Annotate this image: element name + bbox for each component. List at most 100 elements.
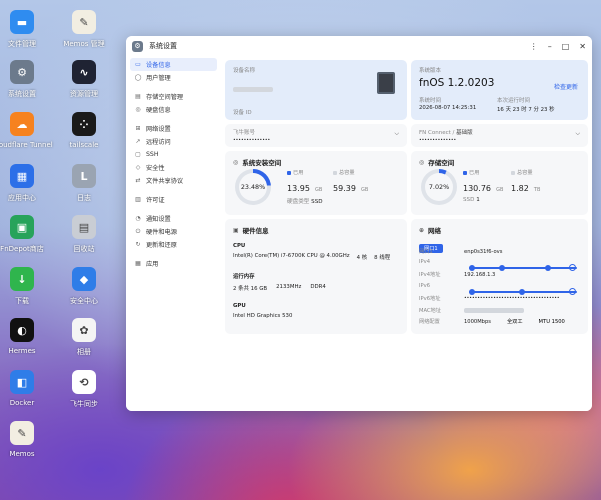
network-row-value: 192.168.1.3	[464, 271, 496, 278]
desktop-icon-label: 下载	[15, 297, 29, 305]
sidebar-item[interactable]: ⊞ 网络设置	[130, 122, 217, 135]
sidebar-item[interactable]: ↗ 远程访问	[130, 135, 217, 148]
sidebar-item-label: 安全性	[146, 165, 165, 172]
network-row-key: IPv6	[419, 283, 431, 289]
sidebar-item-label: 设备信息	[146, 62, 171, 69]
storage-donut: 7.02%	[421, 169, 457, 205]
chevron-down-icon: ⌵	[575, 130, 580, 137]
desktop-icon[interactable]: L 日志	[54, 164, 114, 203]
network-row-key: IPv6地址	[419, 296, 441, 302]
desktop-icon[interactable]: ▣ FnDepot商店	[0, 215, 52, 254]
used-legend-dot	[287, 170, 291, 175]
network-icon: ⊞	[135, 125, 141, 132]
power-icon: ⏻	[135, 227, 141, 235]
sidebar-item[interactable]: ◇ 安全性	[130, 161, 217, 174]
sidebar-item[interactable]: ⏻ 硬件和电源	[130, 225, 217, 238]
desktop-icon[interactable]: ▬ 文件管理	[0, 10, 52, 49]
sidebar-item[interactable]: ▦ 应用	[130, 257, 217, 270]
fn-connect-separator: /	[452, 130, 455, 136]
sidebar-item[interactable]: ⇄ 文件共享协议	[130, 174, 217, 187]
desktop-icon[interactable]: ∿ 资源管理	[54, 60, 114, 99]
sidebar-item[interactable]: ◎ 硬盘信息	[130, 103, 217, 116]
close-button[interactable]: ✕	[579, 42, 586, 51]
more-icon[interactable]: ⋮	[530, 42, 538, 51]
desktop-icon[interactable]: ▤ 回收站	[54, 215, 114, 254]
ipv6-slider[interactable]	[469, 288, 577, 295]
photos-icon: ✿	[72, 318, 96, 342]
sidebar-item[interactable]: ▭ 设备信息	[130, 58, 217, 71]
chevron-down-icon: ⌵	[394, 130, 399, 137]
network-row: IPv6	[419, 283, 580, 289]
desktop-icon[interactable]: ✎ Memos	[0, 421, 52, 458]
sidebar-item-label: 更新和还原	[146, 242, 177, 249]
sidebar-item[interactable]: ↻ 更新和还原	[130, 238, 217, 251]
storage-percent: 7.02%	[425, 173, 453, 201]
network-row: IPv4地址 192.168.1.3	[419, 271, 580, 279]
monitor-icon: ∿	[72, 60, 96, 84]
desktop-icon[interactable]: ⚙ 系统设置	[0, 60, 52, 99]
info-icon: ▭	[135, 61, 141, 68]
desktop-icon[interactable]: ◆ 安全中心	[54, 267, 114, 306]
used-label: 已用	[293, 170, 304, 176]
trash-icon: ▤	[72, 215, 96, 239]
store-icon: ▦	[10, 164, 34, 188]
ipv4-slider[interactable]	[469, 264, 577, 271]
used-unit: GB	[315, 187, 323, 193]
network-row-key: IPv4	[419, 259, 431, 265]
sync-icon: ⟲	[72, 370, 96, 394]
cpu-model: Intel(R) Core(TM) i7-6700K CPU @ 4.00GHz	[233, 253, 350, 259]
sidebar-item[interactable]: ▤ 存储空间管理	[130, 90, 217, 103]
cloud-icon: ☁	[10, 112, 34, 136]
network-row: IPv6地址 ••••••••••••••••••••••••••••••••••…	[419, 295, 580, 302]
minimize-button[interactable]: –	[548, 42, 552, 51]
memory-size: 2 条共 16 GB	[233, 286, 268, 292]
feiniu-account-value: ••••••••••••••	[233, 138, 271, 143]
sidebar-item-label: 远程访问	[146, 139, 171, 146]
desktop-icon-label: 相册	[77, 348, 91, 356]
feiniu-account-card[interactable]: 飞牛账号 •••••••••••••• ⌵	[225, 124, 407, 147]
fn-connect-label: FN Connect	[419, 130, 451, 136]
window-controls: ⋮ – □ ✕	[530, 42, 586, 51]
sidebar: ▭ 设备信息 ◯ 用户管理 ▤ 存储空间管理 ◎ 硬盘信息 ⊞ 网络设置 ↗ 远程访问 ▢ SSH ◇ 安全性…	[126, 56, 221, 411]
sidebar-item[interactable]: ◔ 通知设置	[130, 212, 217, 225]
sidebar-item[interactable]: ▥ 许可证	[130, 193, 217, 206]
desktop-icon-label: 系统设置	[8, 90, 36, 98]
maximize-button[interactable]: □	[562, 42, 570, 51]
desktop-icon[interactable]: ⟲ 飞牛同步	[54, 370, 114, 409]
folder-icon: ▬	[10, 10, 34, 34]
server-icon	[377, 72, 395, 94]
cpu-label: CPU	[233, 243, 246, 249]
fn-connect-card[interactable]: FN Connect / 基础版 •••••••••••••• ⌵	[411, 124, 588, 147]
desktop-icon[interactable]: ✿ 相册	[54, 318, 114, 357]
system-time-label: 系统时间	[419, 98, 442, 104]
desktop-icon-label: 资源管理	[70, 90, 98, 98]
desktop-icon-label: Cloudflare Tunnel	[0, 141, 53, 149]
memos-icon: ✎	[72, 10, 96, 34]
network-row-key: 网口1	[419, 249, 433, 255]
sidebar-item-label: 硬盘信息	[146, 107, 171, 114]
desktop-icon[interactable]: ◧ Docker	[0, 370, 52, 407]
desktop-icon[interactable]: ▦ 应用中心	[0, 164, 52, 203]
gear-icon: ⚙	[10, 60, 34, 84]
network-row-value: ••••••••••••••••••••••••••••••••••••	[464, 296, 560, 301]
desktop-icon[interactable]: ☁ Cloudflare Tunnel	[0, 112, 53, 149]
system-settings-window: ⚙ 系统设置 ⋮ – □ ✕ ▭ 设备信息 ◯ 用户管理 ▤ 存储空间管理 ◎ 硬盘信息 ⊞ 网络…	[126, 36, 592, 411]
terminal-icon: ▢	[135, 151, 141, 158]
fn-connect-plan: 基础版	[456, 130, 473, 136]
bell-icon: ◔	[135, 215, 141, 222]
check-update-button[interactable]: 检查更新	[554, 82, 578, 91]
apps-icon: ▦	[135, 260, 141, 267]
storage-icon: ◎	[419, 158, 425, 166]
sidebar-item[interactable]: ▢ SSH	[130, 148, 217, 161]
sidebar-item[interactable]: ◯ 用户管理	[130, 71, 217, 84]
desktop-icon[interactable]: ✎ Memos 管理	[54, 10, 114, 49]
network-row-key: IPv4地址	[419, 272, 441, 278]
memory-label: 运行内存	[233, 274, 255, 280]
desktop-icon[interactable]: ⁘ tailscale	[54, 112, 114, 149]
storage-space-card: ◎ 存储空间 7.02% 已用 130.76 GB 总容量 1.82 TB SSD…	[411, 151, 588, 215]
sidebar-item-label: 用户管理	[146, 75, 171, 82]
desktop-icon[interactable]: ◐ Hermes	[0, 318, 52, 355]
network-row-value: enp0s31f6-ovs	[464, 248, 503, 255]
desktop-icon[interactable]: ↓ 下载	[0, 267, 52, 306]
sidebar-item-label: 网络设置	[146, 126, 171, 133]
